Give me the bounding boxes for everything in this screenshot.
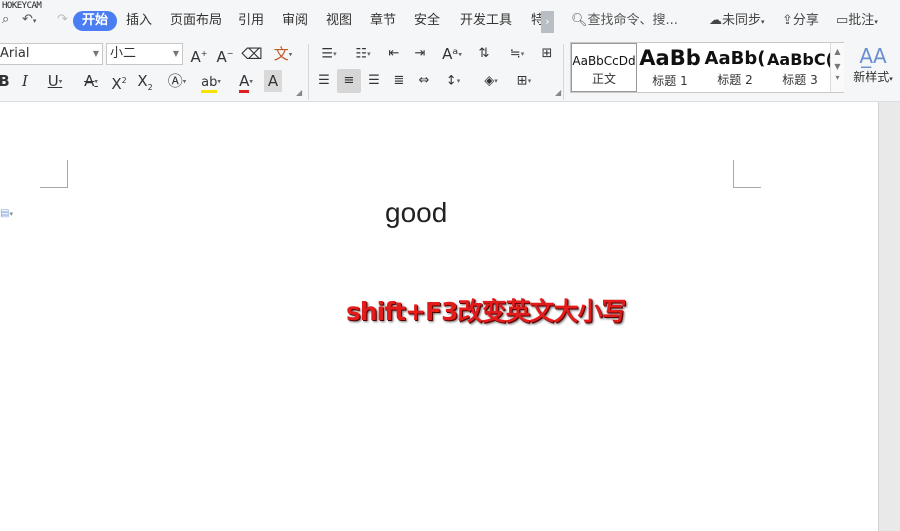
style-heading-2[interactable]: AaBb( 标题 2	[702, 43, 768, 92]
distributed-align-icon[interactable]: ⇔	[414, 70, 434, 92]
font-dialog-launcher-icon[interactable]: ◢	[296, 88, 302, 97]
align-center-icon[interactable]: ≡	[339, 70, 359, 92]
increase-indent-icon[interactable]: ⇥	[410, 43, 430, 65]
new-style-icon: A̲A	[859, 44, 887, 68]
borders-icon[interactable]: ⊞▾	[509, 70, 539, 92]
ribbon-home: Arial ▼ 小二 ▼ A+ A− ⌫ 文▾ B I U▾ A▾ X2 X2 Ⓐ▾…	[0, 40, 900, 102]
sort-icon[interactable]: ⇅	[474, 43, 494, 65]
line-numbering-icon[interactable]: ≒▾	[502, 43, 532, 65]
divider	[563, 44, 564, 100]
more-styles-icon[interactable]: ▾	[831, 73, 844, 82]
decrease-indent-icon[interactable]: ⇤	[384, 43, 404, 65]
phonetic-guide-icon[interactable]: 文▾	[268, 43, 298, 65]
tab-page-layout[interactable]: 页面布局	[170, 11, 222, 31]
tab-references[interactable]: 引用	[238, 11, 264, 31]
bold-icon[interactable]: B	[0, 70, 11, 92]
style-normal-sample: AaBbCcDd	[572, 54, 636, 68]
margin-corner-top-left	[40, 160, 68, 188]
underline-icon[interactable]: U▾	[40, 70, 70, 92]
style-heading-3-sample: AaBbC(	[767, 50, 833, 69]
character-shading-icon[interactable]: A	[264, 70, 282, 92]
align-left-icon[interactable]: ☰	[314, 70, 334, 92]
style-gallery: AaBbCcDd 正文 AaBb 标题 1 AaBb( 标题 2 AaBbC( …	[570, 42, 844, 93]
sync-status-button[interactable]: ☁未同步▾	[709, 11, 765, 31]
paragraph-layout-icon[interactable]: ▤▾	[0, 208, 13, 219]
tab-chapter[interactable]: 章节	[370, 11, 396, 31]
document-text[interactable]: good	[385, 197, 447, 229]
search-placeholder: 查找命令、搜...	[587, 13, 678, 28]
font-size-value: 小二	[110, 46, 137, 61]
font-size-combo[interactable]: 小二 ▼	[106, 43, 183, 65]
italic-icon[interactable]: I	[17, 70, 33, 92]
share-label: 分享	[792, 13, 819, 28]
margin-corner-top-right	[733, 160, 761, 188]
comment-label: 批注	[848, 13, 875, 28]
numbered-list-icon[interactable]: ☷▾	[348, 43, 378, 65]
print-preview-icon[interactable]: ⌕	[2, 12, 9, 28]
comment-button[interactable]: ▭批注▾	[836, 11, 878, 31]
vertical-scrollbar[interactable]	[878, 102, 900, 531]
cloud-sync-icon: ☁	[709, 13, 722, 28]
document-canvas[interactable]: ▤▾ good shift+F3改变英文大小写	[0, 102, 878, 531]
tutorial-caption: shift+F3改变英文大小写	[346, 297, 626, 326]
menu-bar: HOKEYCAM ⌕ ↶▾ ↷ 开始 插入 页面布局 引用 审阅 视图 章节 安…	[0, 0, 900, 40]
text-effect-icon[interactable]: Ⓐ▾	[162, 70, 192, 92]
chevron-down-icon: ▼	[172, 49, 179, 58]
redo-icon[interactable]: ↷	[57, 12, 68, 28]
share-button[interactable]: ⇪分享	[782, 11, 819, 31]
style-heading-1[interactable]: AaBb 标题 1	[637, 43, 703, 92]
highlight-icon[interactable]: ab▾	[196, 70, 226, 93]
command-search[interactable]: 🔍︎查找命令、搜...	[571, 11, 678, 31]
sync-label: 未同步	[722, 13, 762, 28]
search-icon: 🔍︎	[571, 13, 588, 28]
superscript-icon[interactable]: X2	[108, 70, 130, 93]
paragraph-dialog-launcher-icon[interactable]: ◢	[555, 88, 561, 97]
strikethrough-icon[interactable]: A▾	[76, 70, 106, 92]
share-icon: ⇪	[782, 13, 793, 28]
tab-home[interactable]: 开始	[73, 11, 118, 31]
tab-review[interactable]: 审阅	[282, 11, 308, 31]
style-heading-2-sample: AaBb(	[704, 48, 766, 69]
style-heading-1-name: 标题 1	[652, 74, 688, 88]
style-normal-name: 正文	[591, 72, 616, 86]
tab-security[interactable]: 安全	[414, 11, 440, 31]
font-color-icon[interactable]: A▾	[231, 70, 261, 93]
chevron-down-icon: ▼	[92, 49, 99, 58]
chevron-down-icon[interactable]: ▼	[831, 62, 844, 71]
comment-icon: ▭	[836, 13, 849, 28]
divider	[308, 44, 309, 100]
tab-special[interactable]: 特	[531, 11, 541, 31]
font-name-value: Arial	[0, 46, 30, 61]
tab-view[interactable]: 视图	[326, 11, 352, 31]
tab-insert[interactable]: 插入	[126, 11, 152, 31]
style-heading-3-name: 标题 3	[782, 73, 818, 87]
new-style-button[interactable]: A̲A 新样式▾	[850, 44, 896, 85]
font-name-combo[interactable]: Arial ▼	[0, 43, 103, 65]
style-heading-1-sample: AaBb	[639, 46, 701, 70]
tab-scroll-right-button[interactable]: ›	[541, 11, 554, 33]
style-normal[interactable]: AaBbCcDd 正文	[571, 43, 637, 92]
tab-developer[interactable]: 开发工具	[460, 11, 512, 31]
watermark: HOKEYCAM	[2, 1, 42, 11]
shrink-font-icon[interactable]: A−	[215, 43, 235, 66]
style-gallery-scroll[interactable]: ▲ ▼ ▾	[830, 43, 844, 92]
new-style-label: 新样式	[853, 70, 890, 84]
change-case-icon[interactable]: Aᵃ▾	[437, 43, 467, 65]
undo-icon[interactable]: ↶▾	[22, 12, 36, 29]
grow-font-icon[interactable]: A+	[189, 43, 209, 66]
style-heading-3[interactable]: AaBbC( 标题 3	[767, 43, 833, 92]
table-icon[interactable]: ⊞	[537, 43, 557, 65]
chevron-up-icon[interactable]: ▲	[831, 47, 844, 56]
align-right-icon[interactable]: ☰	[364, 70, 384, 92]
style-heading-2-name: 标题 2	[717, 73, 753, 87]
subscript-icon[interactable]: X2	[134, 70, 156, 92]
clear-format-icon[interactable]: ⌫	[241, 43, 263, 65]
bullet-list-icon[interactable]: ☰▾	[314, 43, 344, 65]
line-spacing-icon[interactable]: ↕▾	[438, 70, 468, 92]
justify-icon[interactable]: ≣	[389, 70, 409, 92]
shading-fill-icon[interactable]: ◈▾	[476, 70, 506, 92]
